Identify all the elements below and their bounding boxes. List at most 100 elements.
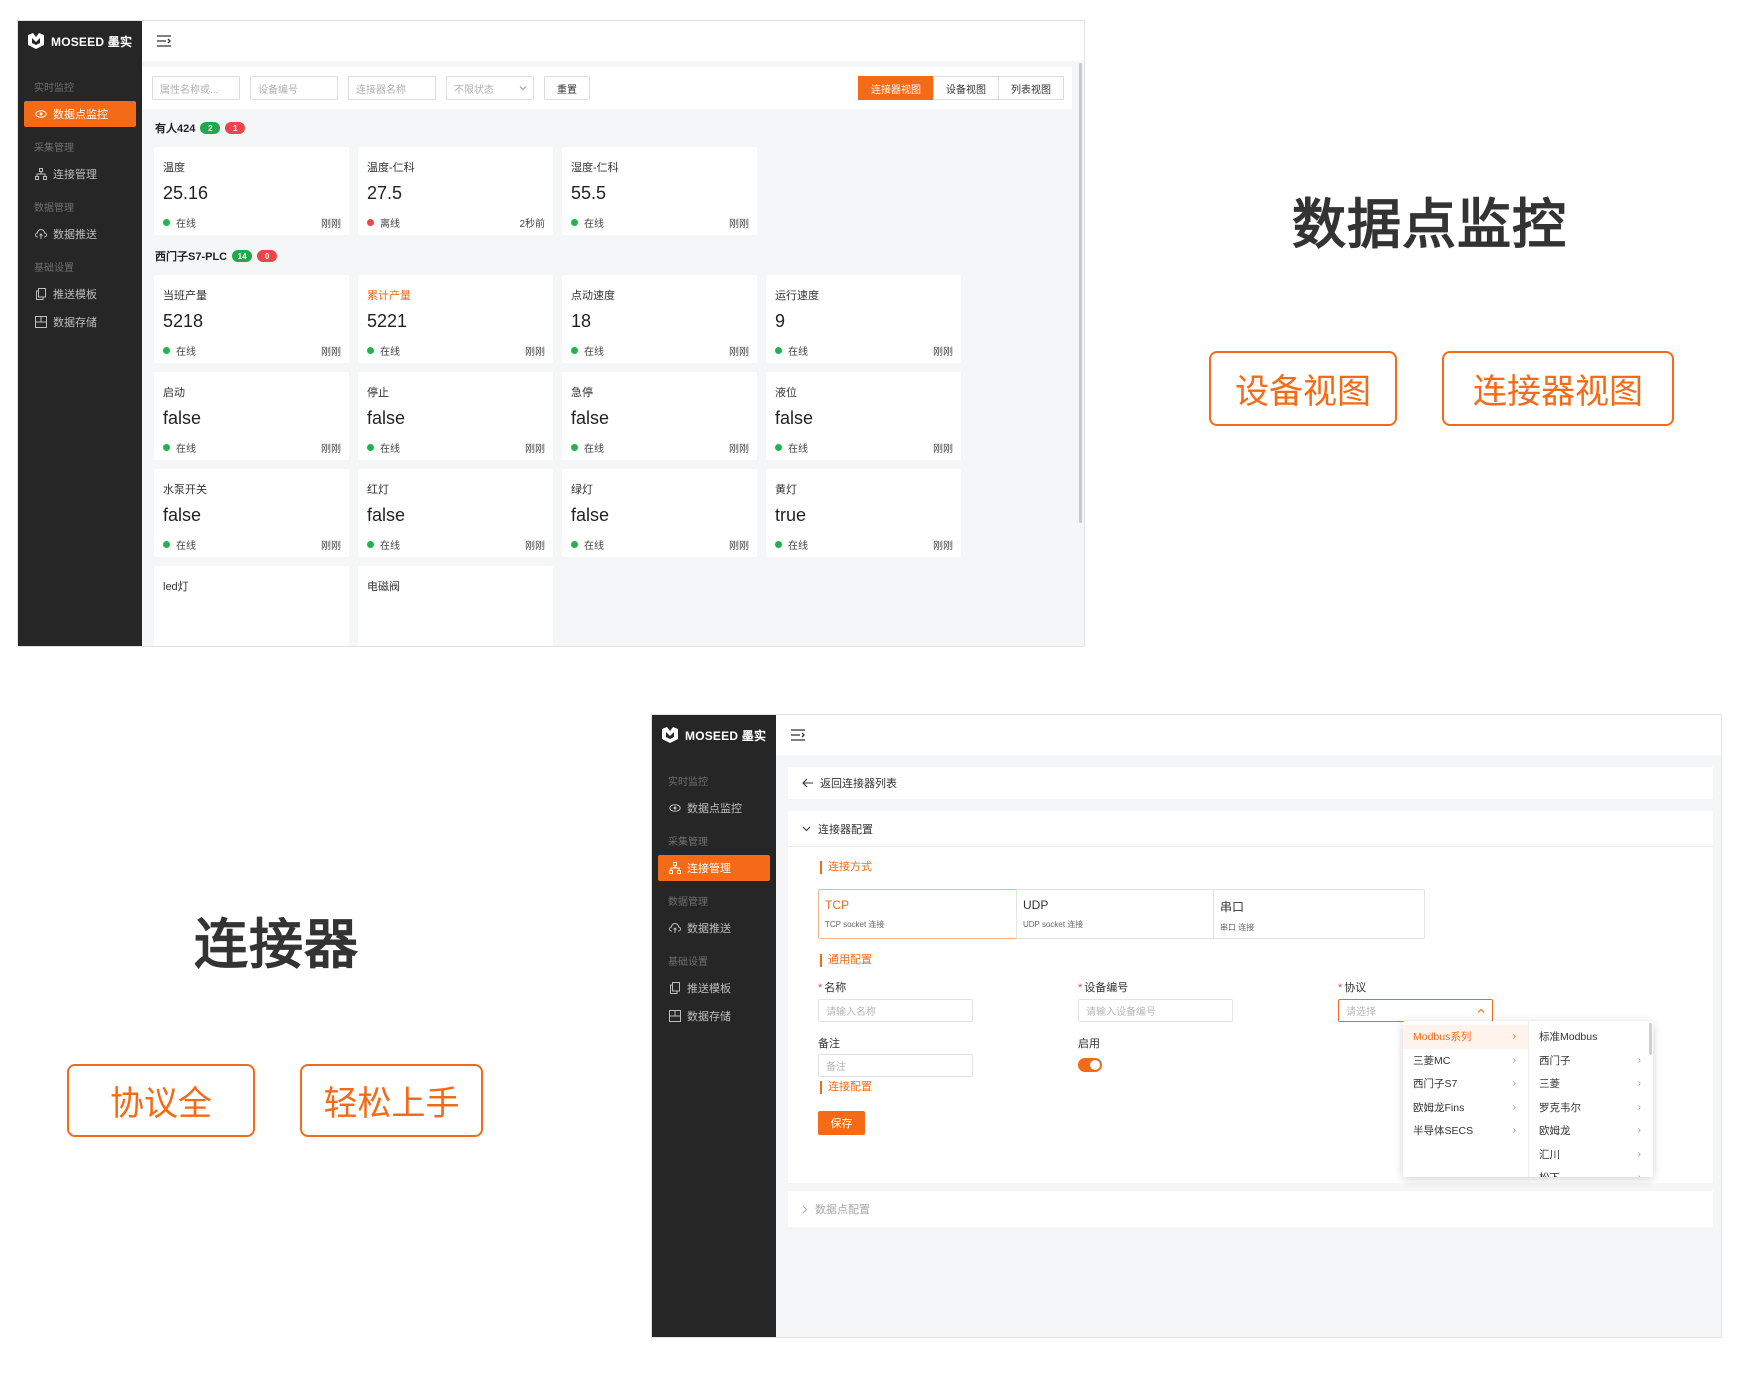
cascader-option[interactable]: 松下› (1529, 1166, 1653, 1177)
sidebar-item-datapoint-monitor[interactable]: 数据点监控 (24, 101, 136, 127)
brand[interactable]: MOSEED 墨实 (18, 21, 142, 61)
protocol-label: * 协议 (1338, 982, 1367, 994)
moseed-logo-icon (28, 33, 44, 49)
sidebar-item-datapoint-monitor[interactable]: 数据点监控 (658, 795, 770, 821)
cascader-option[interactable]: 三菱 › (1529, 1072, 1653, 1096)
cascader-option[interactable]: 西门子S7 › (1403, 1072, 1528, 1096)
status-text: 在线 (176, 347, 196, 358)
panel-title: 连接器配置 (818, 823, 873, 836)
datapoint-card[interactable]: 启动 false 在线 刚刚 (154, 372, 349, 460)
cascader-option[interactable]: 半导体SECS › (1403, 1119, 1528, 1143)
method-card-tcp[interactable]: TCP TCP socket 连接 (818, 889, 1030, 939)
cascader-option[interactable]: 欧姆龙 › (1529, 1119, 1653, 1143)
method-card-serial[interactable]: 串口 串口 连接 (1213, 889, 1425, 939)
reset-button[interactable]: 重置 (544, 76, 590, 100)
chevron-right-icon: › (1637, 1125, 1641, 1137)
protocol-cascader-dropdown: Modbus系列 › 三菱MC › 西门子S7 › 欧姆龙Fins › 半导体SECS ›… (1403, 1021, 1653, 1177)
scrollbar[interactable] (1079, 63, 1082, 523)
method-card-udp[interactable]: UDP UDP socket 连接 (1016, 889, 1228, 939)
name-input[interactable]: 请输入名称 (818, 999, 973, 1022)
datapoint-value: 5221 (367, 311, 408, 331)
sidebar-item-data-storage[interactable]: 数据存储 (24, 309, 136, 335)
method-title: 串口 (1220, 900, 1245, 914)
datapoint-card[interactable]: 点动速度 18 在线 刚刚 (562, 275, 757, 363)
datapoint-value: 25.16 (163, 183, 209, 203)
sidebar-item-connection-management[interactable]: 连接管理 (658, 855, 770, 881)
datapoint-card[interactable]: 水泵开关 false 在线 刚刚 (154, 469, 349, 557)
datapoint-card[interactable]: 停止 false 在线 刚刚 (358, 372, 553, 460)
dropdown-scrollbar[interactable] (1649, 1023, 1652, 1055)
sidebar-item-label: 数据推送 (687, 923, 731, 935)
datapoint-card[interactable]: 绿灯 false 在线 刚刚 (562, 469, 757, 557)
datapoint-value: true (775, 505, 807, 525)
cascader-option[interactable]: 欧姆龙Fins › (1403, 1096, 1528, 1120)
datapoint-card[interactable]: 急停 false 在线 刚刚 (562, 372, 757, 460)
menu-collapse-icon[interactable] (790, 728, 806, 742)
attr-name-filter-input[interactable]: 属性名称或... (152, 76, 240, 100)
view-switch: 连接器视图 设备视图 列表视图 (858, 76, 1064, 100)
enable-toggle[interactable] (1078, 1058, 1102, 1072)
datapoint-time: 刚刚 (321, 444, 341, 455)
remark-input[interactable]: 备注 (818, 1054, 973, 1077)
datapoint-card[interactable]: 湿度-仁科 55.5 在线 刚刚 (562, 147, 757, 235)
datapoint-card[interactable]: 红灯 false 在线 刚刚 (358, 469, 553, 557)
connector-window: MOSEED 墨实 实时监控 数据点监控 采集管理 连接管理 数据管理 数据推送… (651, 714, 1722, 1338)
datapoint-time: 刚刚 (729, 444, 749, 455)
datapoint-card[interactable]: 运行速度 9 在线 刚刚 (766, 275, 961, 363)
brand[interactable]: MOSEED 墨实 (652, 715, 776, 755)
device-id-input[interactable]: 请输入设备编号 (1078, 999, 1233, 1022)
save-button[interactable]: 保存 (818, 1111, 865, 1135)
nav-group-data: 数据管理 (668, 897, 708, 908)
device-id-label: * 设备编号 (1078, 982, 1129, 994)
sidebar-item-connection-management[interactable]: 连接管理 (24, 161, 136, 187)
cascader-option[interactable]: 三菱MC › (1403, 1049, 1528, 1073)
connector-view-tab[interactable]: 连接器视图 (858, 76, 934, 100)
datapoint-card[interactable]: 温度 25.16 在线 刚刚 (154, 147, 349, 235)
nav-group-realtime: 实时监控 (668, 777, 708, 788)
cascader-option[interactable]: 标准Modbus (1529, 1025, 1653, 1049)
chevron-right-icon: › (1638, 1172, 1641, 1177)
sidebar-item-push-template[interactable]: 推送模板 (24, 281, 136, 307)
datapoint-value: false (571, 408, 610, 428)
datapoint-card[interactable]: 电磁阀 (358, 566, 553, 646)
tag-connector-view: 连接器视图 (1442, 351, 1674, 426)
datapoint-name: 湿度-仁科 (571, 162, 619, 174)
sidebar-item-data-push[interactable]: 数据推送 (24, 221, 136, 247)
sidebar-item-push-template[interactable]: 推送模板 (658, 975, 770, 1001)
datapoint-config-panel[interactable]: 数据点配置 (788, 1191, 1713, 1227)
datapoint-card[interactable]: 当班产量 5218 在线 刚刚 (154, 275, 349, 363)
list-view-tab[interactable]: 列表视图 (998, 76, 1064, 100)
cascader-option[interactable]: 罗克韦尔 › (1529, 1096, 1653, 1120)
sidebar-item-data-push[interactable]: 数据推送 (658, 915, 770, 941)
online-dot-icon (571, 347, 578, 354)
sidebar-item-data-storage[interactable]: 数据存储 (658, 1003, 770, 1029)
filter-bar: 属性名称或... 设备编号 连接器名称 不限状态 重置 连接器视图 设备视图 列… (142, 67, 1072, 109)
datapoint-card[interactable]: 温度-仁科 27.5 离线 2秒前 (358, 147, 553, 235)
eye-icon (35, 110, 47, 118)
storage-icon (35, 316, 47, 328)
status-text: 在线 (788, 541, 808, 552)
protocol-select-value: 请选择 (1346, 1007, 1376, 1018)
datapoint-card[interactable]: 黄灯 true 在线 刚刚 (766, 469, 961, 557)
datapoint-card[interactable]: led灯 (154, 566, 349, 646)
connector-name-filter-input[interactable]: 连接器名称 (348, 76, 436, 100)
status-filter-select[interactable]: 不限状态 (446, 76, 534, 100)
headline-connector: 连接器 (194, 915, 359, 975)
menu-collapse-icon[interactable] (156, 34, 172, 48)
panel-header[interactable]: 连接器配置 (788, 811, 1713, 847)
datapoint-card[interactable]: 累计产量 5221 在线 刚刚 (358, 275, 553, 363)
chevron-right-icon: › (1512, 1031, 1516, 1043)
datapoint-name: 绿灯 (571, 484, 593, 496)
datapoint-value: 55.5 (571, 183, 607, 203)
cascader-option[interactable]: 西门子 › (1529, 1049, 1653, 1073)
cascader-option[interactable]: 汇川 › (1529, 1143, 1653, 1167)
back-to-connector-list[interactable]: 返回连接器列表 (788, 767, 1713, 799)
device-id-filter-input[interactable]: 设备编号 (250, 76, 338, 100)
datapoint-value: 9 (775, 311, 786, 331)
protocol-select[interactable]: 请选择 (1338, 999, 1493, 1022)
cascader-option[interactable]: Modbus系列 › (1403, 1025, 1528, 1049)
datapoint-name: 急停 (571, 387, 593, 399)
device-view-tab[interactable]: 设备视图 (933, 76, 999, 100)
status-text: 在线 (584, 219, 604, 230)
datapoint-card[interactable]: 液位 false 在线 刚刚 (766, 372, 961, 460)
